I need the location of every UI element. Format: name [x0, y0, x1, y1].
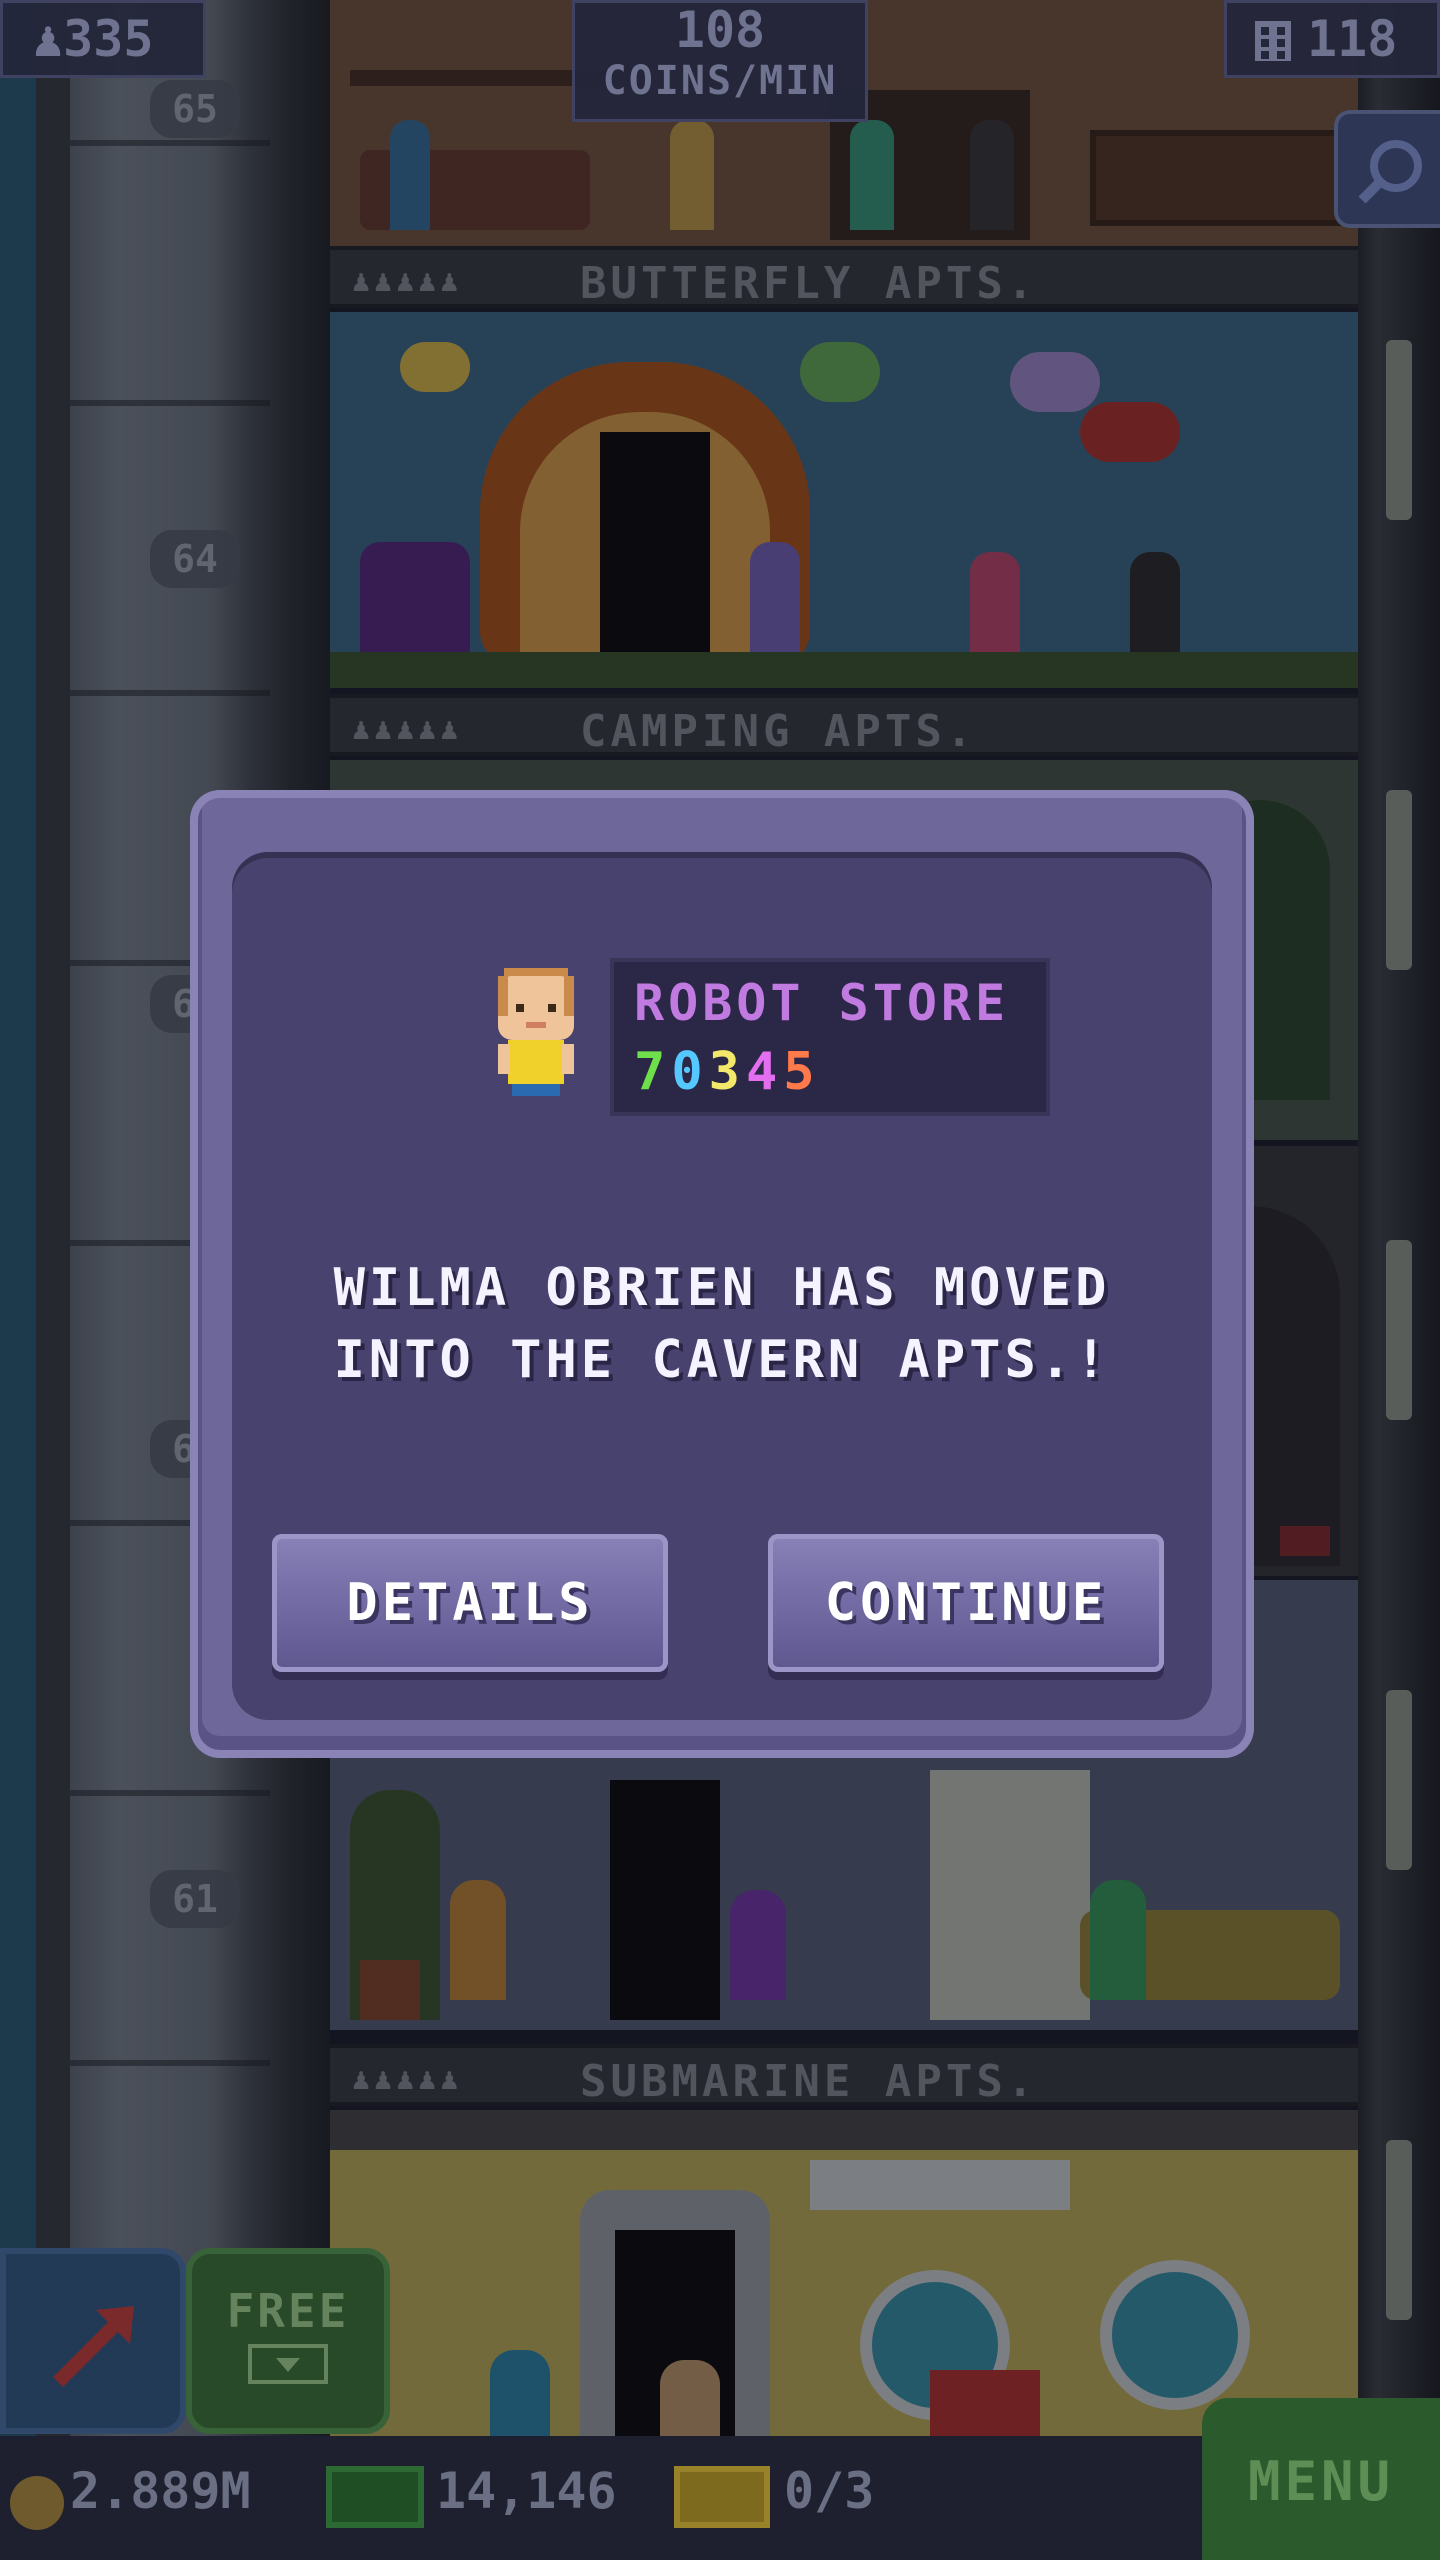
- bux-icon: [326, 2466, 424, 2528]
- elevator-button[interactable]: [0, 2248, 186, 2434]
- search-button[interactable]: [1334, 110, 1440, 228]
- floor-submarine-apts[interactable]: [330, 2110, 1358, 2440]
- shaft-floor-number: 65: [150, 80, 240, 138]
- bitizen-dream-job-digits: 70345: [634, 1042, 821, 1102]
- floor-butterfly-apts[interactable]: [330, 312, 1358, 688]
- store-name: ROBOT STORE: [634, 974, 1010, 1032]
- digit: 0: [671, 1042, 709, 1102]
- tower-right-wall: [1358, 0, 1440, 2560]
- population-dots: ♟♟♟♟♟: [352, 264, 463, 299]
- population-counter[interactable]: ♟335: [0, 0, 206, 78]
- coin-rate-value: 108: [674, 1, 766, 59]
- floor-label-butterfly[interactable]: ♟♟♟♟♟ BUTTERFLY APTS.: [330, 246, 1358, 309]
- floor-label-camping[interactable]: ♟♟♟♟♟ CAMPING APTS.: [330, 694, 1358, 757]
- coin-icon: [10, 2476, 64, 2530]
- free-label: FREE: [226, 2284, 350, 2338]
- magnifier-icon: [1358, 140, 1422, 204]
- person-icon: ♟: [33, 10, 64, 68]
- store-card: ROBOT STORE 70345: [610, 958, 1050, 1116]
- digit: 3: [708, 1042, 746, 1102]
- ticket-icon: [674, 2466, 770, 2528]
- move-in-dialog: ROBOT STORE 70345 WILMA OBRIEN HAS MOVED…: [190, 790, 1254, 1758]
- coin-rate-unit: COINS/MIN: [602, 58, 838, 104]
- population-dots: ♟♟♟♟♟: [352, 2062, 463, 2097]
- digit: 4: [745, 1042, 784, 1102]
- tickets-value: 0/3: [784, 2462, 875, 2520]
- bitizen-avatar-icon: [498, 968, 574, 1096]
- menu-button[interactable]: MENU: [1202, 2398, 1440, 2560]
- building-icon: [1255, 21, 1291, 61]
- dialog-message: WILMA OBRIEN HAS MOVED INTO THE CAVERN A…: [333, 1258, 1111, 1390]
- digit: 5: [783, 1042, 821, 1102]
- coin-rate-display: 108 COINS/MIN: [572, 0, 868, 122]
- bux-value: 14,146: [436, 2462, 617, 2520]
- floors-counter[interactable]: 118: [1224, 0, 1440, 78]
- floor-label-submarine[interactable]: ♟♟♟♟♟ SUBMARINE APTS.: [330, 2044, 1358, 2107]
- coins-value: 2.889M: [70, 2462, 251, 2520]
- continue-button[interactable]: CONTINUE: [768, 1534, 1164, 1672]
- elevator-arrow-icon: [53, 2306, 134, 2387]
- shaft-floor-number: 64: [150, 530, 240, 588]
- shaft-floor-number: 61: [150, 1870, 240, 1928]
- population-dots: ♟♟♟♟♟: [352, 712, 463, 747]
- population-value: 335: [63, 10, 154, 68]
- floor-name: CAMPING APTS.: [580, 706, 977, 757]
- floor-name: SUBMARINE APTS.: [580, 2056, 1038, 2107]
- details-button[interactable]: DETAILS: [272, 1534, 668, 1672]
- free-bux-button[interactable]: FREE: [186, 2248, 390, 2434]
- digit: 7: [634, 1042, 672, 1102]
- floors-value: 118: [1307, 10, 1398, 68]
- floor-name: BUTTERFLY APTS.: [580, 258, 1038, 309]
- bux-small-icon: [248, 2344, 328, 2384]
